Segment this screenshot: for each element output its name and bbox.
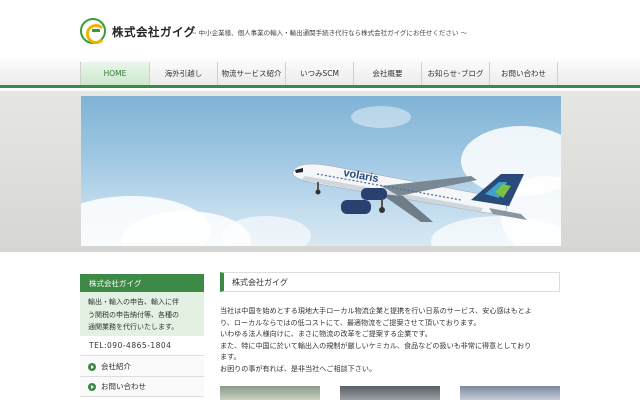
global-nav: HOME 海外引越し 物流サービス紹介 いつみSCM 会社概要 お知らせ･ブログ… [0, 58, 640, 88]
sidebar-heading: 株式会社ガイグ [80, 274, 204, 292]
nav-itsumi-scm[interactable]: いつみSCM [286, 62, 354, 85]
thumbnail-image[interactable] [340, 386, 440, 400]
nav-home[interactable]: HOME [80, 62, 150, 85]
nav-contact[interactable]: お問い合わせ [490, 62, 558, 85]
sidebar-link-label: 会社紹介 [101, 362, 131, 371]
site-tagline: ～ 中小企業様、個人事業の輸入・輸出通関手続き代行なら株式会社ガイグにお任せくだ… [190, 29, 468, 37]
main-intro-text: 当社は中国を始めとする現地大手ローカル物流企業と提携を行い日系のサービス、安心感… [220, 306, 532, 373]
arrow-bullet-icon [88, 362, 96, 371]
company-logo-icon[interactable] [80, 18, 106, 44]
arrow-bullet-icon [88, 382, 96, 391]
sidebar-link-company[interactable]: 会社紹介 [80, 357, 204, 377]
nav-logistics-services[interactable]: 物流サービス紹介 [218, 62, 286, 85]
nav-company-profile[interactable]: 会社概要 [354, 62, 422, 85]
thumbnail-image[interactable] [460, 386, 560, 400]
nav-news-blog[interactable]: お知らせ･ブログ [422, 62, 490, 85]
airplane-icon: volaris [292, 163, 527, 222]
sidebar-link-label: お問い合わせ [101, 382, 146, 391]
sidebar-link-contact[interactable]: お問い合わせ [80, 377, 204, 397]
sidebar-tel: TEL:090-4865-1804 [80, 336, 204, 356]
site-brand[interactable]: 株式会社ガイグ [112, 24, 196, 40]
main-heading: 株式会社ガイグ [220, 272, 560, 292]
hero-image: volaris [81, 96, 561, 246]
nav-overseas-moving[interactable]: 海外引越し [150, 62, 218, 85]
site-header: 株式会社ガイグ ～ 中小企業様、個人事業の輸入・輸出通関手続き代行なら株式会社ガ… [0, 0, 640, 58]
sidebar-description: 輸出・輸入の申告、輸入に伴 う関税の申告納付等、各種の 通関業務を代行いたします… [80, 292, 204, 336]
thumbnail-image[interactable] [220, 386, 320, 400]
